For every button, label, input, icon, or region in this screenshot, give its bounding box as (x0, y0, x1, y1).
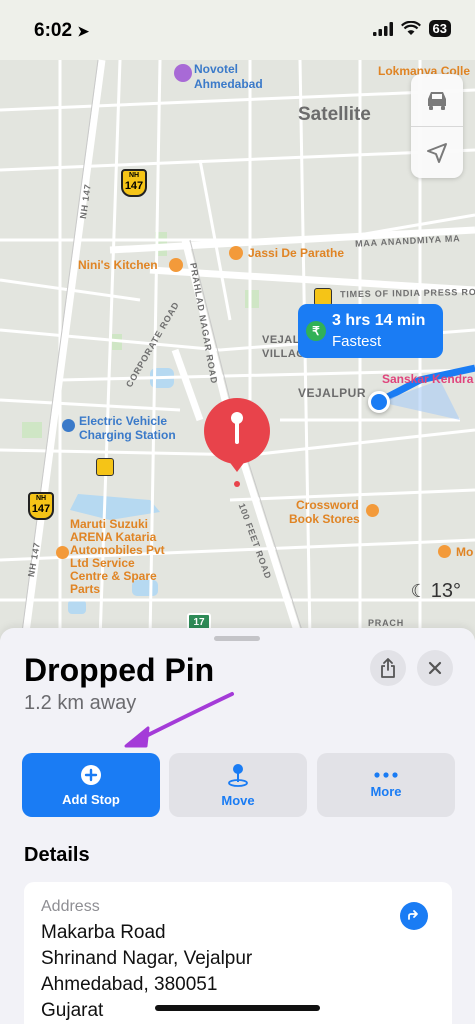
poi-jassi-label[interactable]: Jassi De Parathe (248, 246, 344, 260)
move-label: Move (221, 792, 255, 808)
recenter-button[interactable] (411, 126, 463, 178)
address-label: Address (41, 898, 100, 915)
poi-novotel-label-2[interactable]: Ahmedabad (194, 77, 263, 91)
place-title: Dropped Pin (24, 652, 215, 688)
car-service-icon[interactable] (56, 546, 69, 559)
address-line-1: Makarba Road (41, 922, 166, 943)
cellular-signal-icon (372, 21, 393, 36)
plus-circle-icon (81, 764, 101, 785)
directions-button[interactable] (400, 902, 428, 930)
sheet-grabber[interactable] (214, 636, 260, 641)
place-card-sheet: Dropped Pin 1.2 km away Add Stop Move Mo… (0, 628, 475, 1024)
dropped-pin-marker[interactable] (202, 398, 272, 490)
poi-mo-label[interactable]: Mo (456, 545, 473, 559)
location-services-icon: ➤ (77, 23, 90, 39)
share-icon (381, 658, 395, 678)
weather-indicator: ☾ 13° (411, 580, 461, 603)
temperature: 13° (430, 580, 461, 602)
more-button[interactable]: More (317, 753, 455, 817)
status-indicators: 63 (372, 20, 451, 37)
poi-ev-label-2[interactable]: Charging Station (79, 428, 176, 442)
poi-novotel-label[interactable]: Novotel (194, 62, 238, 76)
map-controls (411, 74, 463, 178)
battery-icon: 63 (428, 20, 451, 37)
area-vejalpur-label: VEJALPUR (298, 386, 367, 400)
time-text: 6:02 (34, 20, 73, 41)
poi-maruti-label[interactable]: Maruti Suzuki ARENA Kataria Automobiles … (70, 518, 165, 596)
nh-label: NH (35, 495, 47, 502)
restaurant-icon-2[interactable] (169, 258, 183, 272)
maruti-line: Parts (70, 582, 101, 596)
nh-number: 147 (31, 503, 51, 515)
share-button[interactable] (370, 650, 406, 686)
details-heading: Details (24, 844, 90, 866)
add-stop-button[interactable]: Add Stop (22, 753, 160, 817)
close-button[interactable] (417, 650, 453, 686)
poi-crossword-label-2[interactable]: Book Stores (289, 512, 360, 526)
nh-shield-icon: NH 147 (121, 169, 147, 197)
place-distance: 1.2 km away (24, 692, 137, 714)
map-mode-button[interactable] (411, 74, 463, 126)
restaurant-icon[interactable] (229, 246, 243, 260)
nh-shield-icon-2: NH 147 (28, 492, 54, 520)
address-card[interactable]: Address Makarba Road Shrinand Nagar, Vej… (24, 882, 452, 1024)
car-icon (428, 92, 446, 110)
hotel-icon[interactable] (174, 64, 192, 82)
poi-sanskar-label[interactable]: Sanskar Kendra (382, 372, 473, 386)
road-prach-label: PRACH (368, 618, 405, 628)
close-icon (428, 661, 442, 675)
route-subtitle: Fastest (332, 333, 382, 350)
address-line-4: Gujarat (41, 1000, 104, 1021)
rupee-icon: ₹ (306, 321, 326, 341)
ev-charging-icon[interactable] (62, 419, 75, 432)
area-satellite-label: Satellite (298, 104, 371, 125)
poi-crossword-label[interactable]: Crossword (296, 498, 359, 512)
route-time: 3 hrs 14 min (332, 312, 426, 329)
home-indicator[interactable] (155, 1005, 320, 1011)
nh-label: NH (128, 172, 140, 179)
wifi-icon (400, 21, 421, 35)
moon-cloud-icon: ☾ (410, 581, 427, 601)
directions-arrow-icon (408, 910, 418, 920)
status-bar: 6:02 ➤ 63 (0, 0, 475, 56)
status-time: 6:02 ➤ (34, 20, 89, 42)
move-button[interactable]: Move (169, 753, 307, 817)
construction-icon-2 (96, 458, 114, 476)
poi-ev-label[interactable]: Electric Vehicle (79, 414, 167, 428)
route-badge[interactable]: ₹ 3 hrs 14 min Fastest (298, 304, 443, 358)
address-line-3: Ahmedabad, 380051 (41, 974, 218, 995)
poi-ninis-label[interactable]: Nini's Kitchen (78, 258, 158, 272)
nh-number: 147 (124, 180, 144, 192)
pin-move-icon (228, 763, 248, 787)
address-line-2: Shrinand Nagar, Vejalpur (41, 948, 253, 969)
ellipsis-icon (374, 771, 398, 778)
poi-mo-icon[interactable] (438, 545, 451, 558)
area-vejal-label: VEJAL (262, 334, 300, 346)
current-location-dot[interactable] (368, 391, 390, 413)
location-arrow-icon (427, 142, 447, 163)
add-stop-label: Add Stop (62, 791, 120, 807)
more-label: More (370, 783, 402, 799)
bookstore-icon[interactable] (366, 504, 379, 517)
map-view[interactable]: Novotel Ahmedabad Satellite Lokmanya Col… (0, 0, 475, 640)
